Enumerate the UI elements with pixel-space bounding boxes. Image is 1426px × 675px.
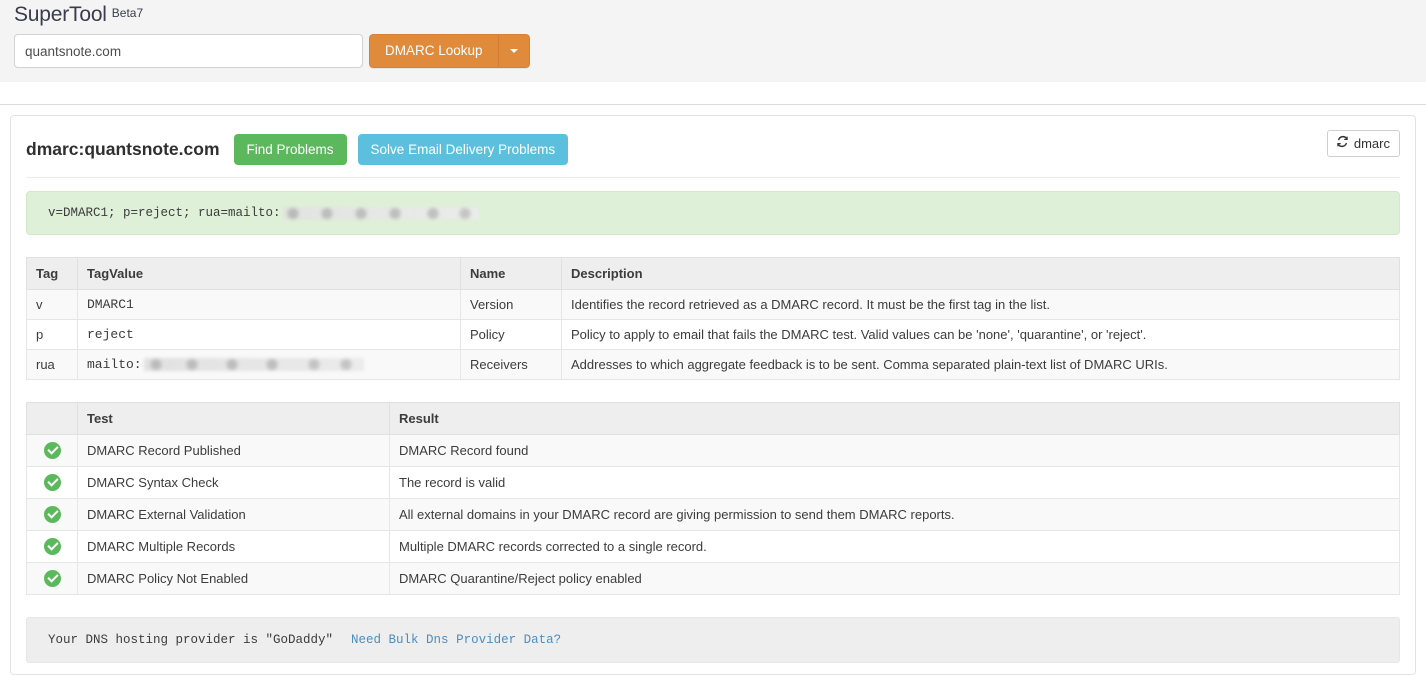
check-circle-icon: [43, 442, 61, 460]
dmarc-test-results-table: Test Result DMARC Record Published DMARC…: [26, 402, 1400, 596]
cell-description: Policy to apply to email that fails the …: [561, 319, 1400, 350]
cell-tagvalue: reject: [77, 319, 461, 350]
status-badge: [26, 530, 78, 564]
status-badge: [26, 433, 78, 468]
redacted-email-address: [282, 206, 479, 220]
lookup-dropdown-caret-icon[interactable]: [497, 34, 530, 68]
find-problems-button[interactable]: Find Problems: [233, 134, 347, 165]
refresh-icon: [1336, 135, 1349, 151]
status-badge: [26, 562, 78, 596]
cell-description: Addresses to which aggregate feedback is…: [561, 349, 1400, 380]
column-header-status: [26, 402, 78, 435]
column-header-test: Test: [77, 402, 390, 435]
check-circle-icon: [43, 506, 61, 524]
cell-name: Policy: [460, 319, 562, 350]
dns-provider-notice: Your DNS hosting provider is "GoDaddy" N…: [26, 617, 1400, 664]
cell-test: DMARC Multiple Records: [77, 530, 390, 564]
dmarc-record-box: v=DMARC1; p=reject; rua=mailto:: [26, 191, 1400, 235]
table-row: p reject Policy Policy to apply to email…: [26, 319, 1400, 350]
table-row: DMARC Multiple Records Multiple DMARC re…: [26, 530, 1400, 564]
lookup-button-group: DMARC Lookup: [369, 34, 530, 68]
dmarc-lookup-button[interactable]: DMARC Lookup: [369, 34, 498, 68]
cell-tag: v: [26, 289, 78, 320]
table-row: DMARC Syntax Check The record is valid: [26, 466, 1400, 500]
cell-tag: rua: [26, 349, 78, 380]
table-row: DMARC External Validation All external d…: [26, 498, 1400, 532]
brand-beta-label: Beta7: [111, 6, 144, 20]
table-header-row: Tag TagValue Name Description: [26, 257, 1400, 290]
cell-result: The record is valid: [389, 466, 1400, 500]
results-panel: dmarc:quantsnote.com Find Problems Solve…: [10, 115, 1416, 675]
cell-result: DMARC Record found: [389, 433, 1400, 468]
domain-search-input[interactable]: [14, 34, 363, 68]
cell-test: DMARC External Validation: [77, 498, 390, 532]
status-badge: [26, 498, 78, 532]
column-header-tag: Tag: [26, 257, 78, 290]
cell-result: All external domains in your DMARC recor…: [389, 498, 1400, 532]
cell-test: DMARC Record Published: [77, 433, 390, 468]
check-circle-icon: [43, 538, 61, 556]
dmarc-record-text: v=DMARC1; p=reject; rua=mailto:: [48, 206, 281, 220]
check-circle-icon: [43, 474, 61, 492]
cell-test: DMARC Policy Not Enabled: [77, 562, 390, 596]
column-header-tagvalue: TagValue: [77, 257, 461, 290]
cell-description: Identifies the record retrieved as a DMA…: [561, 289, 1400, 320]
top-search-bar: SuperTool Beta7 DMARC Lookup: [0, 0, 1426, 82]
cell-name: Receivers: [460, 349, 562, 380]
bulk-dns-provider-data-link[interactable]: Need Bulk Dns Provider Data?: [351, 633, 561, 647]
dmarc-refresh-button[interactable]: dmarc: [1326, 130, 1400, 157]
table-row: DMARC Record Published DMARC Record foun…: [26, 433, 1400, 468]
column-header-description: Description: [561, 257, 1400, 290]
redacted-email-address: [143, 358, 364, 372]
check-circle-icon: [43, 570, 61, 588]
cell-test: DMARC Syntax Check: [77, 466, 390, 500]
brand-name: SuperTool: [14, 3, 107, 26]
column-header-result: Result: [389, 402, 1400, 435]
table-row: rua mailto: Receivers Addresses to which…: [26, 349, 1400, 380]
status-badge: [26, 466, 78, 500]
cell-tagvalue-text: mailto:: [87, 357, 142, 372]
dmarc-refresh-label: dmarc: [1353, 135, 1390, 151]
cell-name: Version: [460, 289, 562, 320]
brand-logo: SuperTool Beta7: [14, 3, 143, 27]
dmarc-tag-table: Tag TagValue Name Description v DMARC1 V…: [26, 257, 1400, 380]
cell-tagvalue: DMARC1: [77, 289, 461, 320]
cell-result: DMARC Quarantine/Reject policy enabled: [389, 562, 1400, 596]
table-row: DMARC Policy Not Enabled DMARC Quarantin…: [26, 562, 1400, 596]
table-header-row: Test Result: [26, 402, 1400, 435]
column-header-name: Name: [460, 257, 562, 290]
table-row: v DMARC1 Version Identifies the record r…: [26, 289, 1400, 320]
dns-provider-text: Your DNS hosting provider is "GoDaddy": [48, 633, 334, 648]
search-row: DMARC Lookup: [14, 34, 530, 68]
panel-header: dmarc:quantsnote.com Find Problems Solve…: [26, 130, 1400, 178]
cell-result: Multiple DMARC records corrected to a si…: [389, 530, 1400, 564]
cell-tag: p: [26, 319, 78, 350]
page-title: dmarc:quantsnote.com: [26, 139, 220, 159]
header-divider: [0, 82, 1426, 105]
cell-tagvalue: mailto:: [77, 349, 461, 380]
solve-email-delivery-problems-button[interactable]: Solve Email Delivery Problems: [357, 134, 569, 165]
